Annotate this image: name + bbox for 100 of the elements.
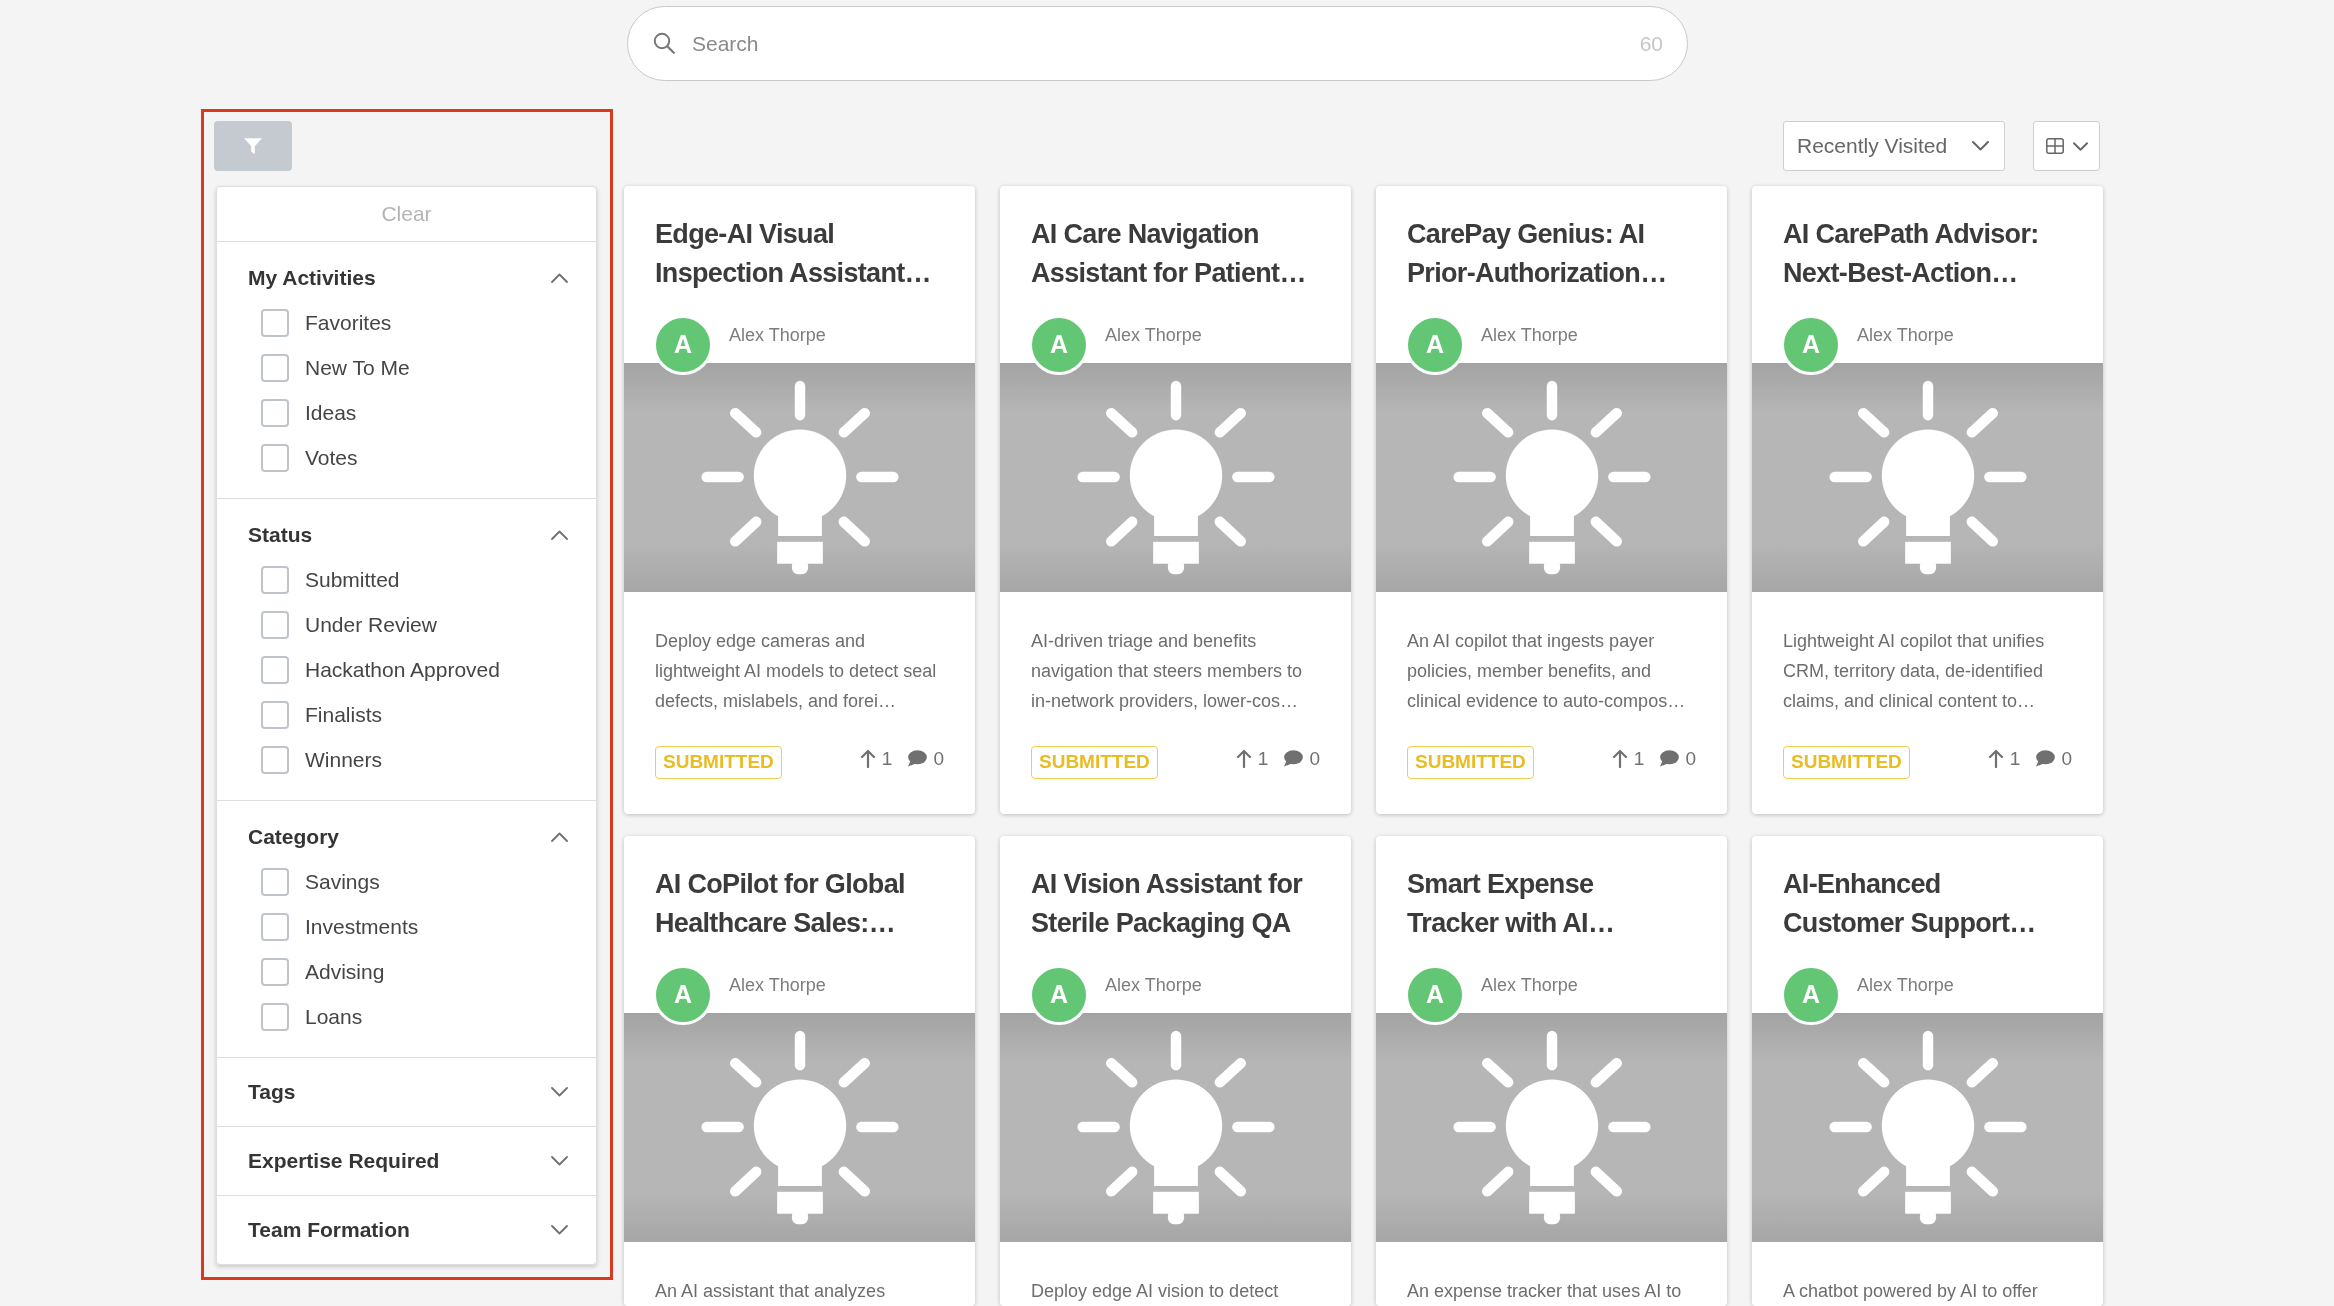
- chevron-down-icon: [551, 1087, 568, 1097]
- checkbox[interactable]: [261, 957, 289, 986]
- card-description: Deploy edge cameras and lightweight AI models to detect seal defects, mislabels, and forei…: [655, 630, 938, 713]
- chevron-down-icon: [551, 1225, 568, 1235]
- chevron-up-icon: [551, 529, 568, 540]
- author-name: Alex Thorpe: [729, 974, 826, 997]
- checkbox-label[interactable]: Investments: [305, 910, 419, 943]
- author-avatar: A: [1781, 965, 1841, 1025]
- checkbox-label[interactable]: New To Me: [305, 351, 410, 384]
- comment-count: 0: [1309, 746, 1320, 771]
- checkbox-label[interactable]: Ideas: [305, 396, 357, 429]
- checkbox-label[interactable]: Winners: [305, 743, 383, 776]
- author-name: Alex Thorpe: [1105, 324, 1202, 347]
- author-name: Alex Thorpe: [1481, 974, 1578, 997]
- author-avatar: A: [1029, 315, 1089, 375]
- section-toggle[interactable]: Status: [217, 512, 596, 557]
- result-count: 60: [1639, 31, 1663, 57]
- sort-dropdown[interactable]: Recently Visited: [1783, 121, 2005, 171]
- vote-count: 1: [1633, 746, 1645, 771]
- checkbox[interactable]: [261, 353, 289, 382]
- card-description: A chatbot powered by AI to offer: [1783, 1280, 2039, 1303]
- checkbox[interactable]: [261, 398, 289, 427]
- idea-card[interactable]: AI-Enhanced Customer Support… A Alex Thorpe A chatbot powered by AI to offer: [1752, 836, 2103, 1306]
- chevron-down-icon: [1972, 141, 1989, 151]
- idea-card[interactable]: Edge-AI Visual Inspection Assistant… A Alex Thorpe Deploy edge cameras and lightweight AI models to detect seal defects, mislabels, and forei… SUBMITTED 1 0: [624, 186, 975, 814]
- card-title: Edge-AI Visual Inspection Assistant…: [655, 218, 932, 290]
- checkbox-label[interactable]: Submitted: [305, 563, 400, 596]
- author-avatar: A: [653, 965, 713, 1025]
- comment-count: 0: [933, 746, 944, 771]
- section-toggle[interactable]: Expertise Required: [217, 1127, 596, 1195]
- card-description: An AI assistant that analyzes: [655, 1280, 887, 1303]
- card-title: Smart Expense Tracker with AI…: [1407, 868, 1616, 940]
- filter-button[interactable]: [214, 121, 292, 171]
- idea-card[interactable]: AI Care Navigation Assistant for Patient… A Alex Thorpe AI-driven triage and benefits navigation that steers members to in-network providers, lower-cos… SUBMITTED 1 0: [1000, 186, 1351, 814]
- idea-card[interactable]: Smart Expense Tracker with AI… A Alex Thorpe An expense tracker that uses AI to: [1376, 836, 1727, 1306]
- checkbox[interactable]: [261, 912, 289, 941]
- checkbox-label[interactable]: Loans: [305, 1000, 363, 1033]
- vote-count: 1: [881, 746, 893, 771]
- checkbox-label[interactable]: Savings: [305, 865, 380, 898]
- author-avatar: A: [653, 315, 713, 375]
- filter-icon: [244, 137, 262, 155]
- comment-count: 0: [2061, 746, 2072, 771]
- arrow-up-icon: [1987, 749, 2004, 769]
- status-badge: SUBMITTED: [655, 745, 782, 779]
- author-avatar: A: [1405, 315, 1465, 375]
- section-toggle[interactable]: Team Formation: [217, 1196, 596, 1264]
- status-badge: SUBMITTED: [1407, 745, 1534, 779]
- comment-icon: [2035, 750, 2056, 768]
- status-badge: SUBMITTED: [1783, 745, 1910, 779]
- card-title: AI Vision Assistant for Sterile Packaging QA: [1031, 868, 1304, 940]
- card-title: AI-Enhanced Customer Support…: [1783, 868, 2037, 940]
- checkbox[interactable]: [261, 308, 289, 337]
- card-description: Lightweight AI copilot that unifies CRM, territory data, de-identified claims, and clinical content to…: [1783, 630, 2046, 713]
- comment-count: 0: [1685, 746, 1696, 771]
- idea-card[interactable]: AI CarePath Advisor: Next-Best-Action… A Alex Thorpe Lightweight AI copilot that unifies CRM, territory data, de-identified claims, and clinical content to… SUBMITTED 1 0: [1752, 186, 2103, 814]
- checkbox[interactable]: [261, 443, 289, 472]
- checkbox-label[interactable]: Under Review: [305, 608, 437, 641]
- comment-icon: [1283, 750, 1304, 768]
- checkbox[interactable]: [261, 655, 289, 684]
- arrow-up-icon: [1611, 749, 1628, 769]
- search-icon: [653, 32, 675, 54]
- author-avatar: A: [1405, 965, 1465, 1025]
- checkbox[interactable]: [261, 1002, 289, 1031]
- arrow-up-icon: [859, 749, 876, 769]
- checkbox[interactable]: [261, 867, 289, 896]
- card-title: AI CarePath Advisor: Next-Best-Action…: [1783, 218, 2040, 290]
- author-name: Alex Thorpe: [1105, 974, 1202, 997]
- author-avatar: A: [1029, 965, 1089, 1025]
- checkbox-label[interactable]: Votes: [305, 441, 358, 474]
- view-toggle[interactable]: [2033, 121, 2100, 171]
- arrow-up-icon: [1235, 749, 1252, 769]
- checkbox-label[interactable]: Advising: [305, 955, 385, 988]
- idea-card[interactable]: CarePay Genius: AI Prior-Authorization… A Alex Thorpe An AI copilot that ingests payer policies, member benefits, and clinical evidence to auto-compos… SUBMITTED 1 0: [1376, 186, 1727, 814]
- card-description: An expense tracker that uses AI to: [1407, 1280, 1683, 1303]
- card-description: AI-driven triage and benefits navigation that steers members to in-network providers, lower-cos…: [1031, 630, 1304, 713]
- section-toggle[interactable]: Category: [217, 814, 596, 859]
- card-description: Deploy edge AI vision to detect: [1031, 1280, 1280, 1303]
- section-toggle[interactable]: My Activities: [217, 255, 596, 300]
- chevron-down-icon: [551, 1156, 568, 1166]
- idea-card[interactable]: AI CoPilot for Global Healthcare Sales:… A Alex Thorpe An AI assistant that analyzes: [624, 836, 975, 1306]
- vote-count: 1: [2009, 746, 2021, 771]
- author-name: Alex Thorpe: [729, 324, 826, 347]
- checkbox[interactable]: [261, 700, 289, 729]
- chevron-up-icon: [551, 831, 568, 842]
- section-toggle[interactable]: Tags: [217, 1058, 596, 1126]
- vote-count: 1: [1257, 746, 1269, 771]
- comment-icon: [907, 750, 928, 768]
- chevron-down-icon: [2072, 141, 2088, 151]
- checkbox[interactable]: [261, 745, 289, 774]
- checkbox[interactable]: [261, 565, 289, 594]
- checkbox-label[interactable]: Finalists: [305, 698, 383, 731]
- author-avatar: A: [1781, 315, 1841, 375]
- checkbox-label[interactable]: Hackathon Approved: [305, 653, 500, 686]
- chevron-up-icon: [551, 272, 568, 283]
- author-name: Alex Thorpe: [1857, 324, 1954, 347]
- author-name: Alex Thorpe: [1481, 324, 1578, 347]
- checkbox-label[interactable]: Favorites: [305, 306, 392, 339]
- idea-card[interactable]: AI Vision Assistant for Sterile Packaging QA A Alex Thorpe Deploy edge AI vision to detect: [1000, 836, 1351, 1306]
- checkbox[interactable]: [261, 610, 289, 639]
- status-badge: SUBMITTED: [1031, 745, 1158, 779]
